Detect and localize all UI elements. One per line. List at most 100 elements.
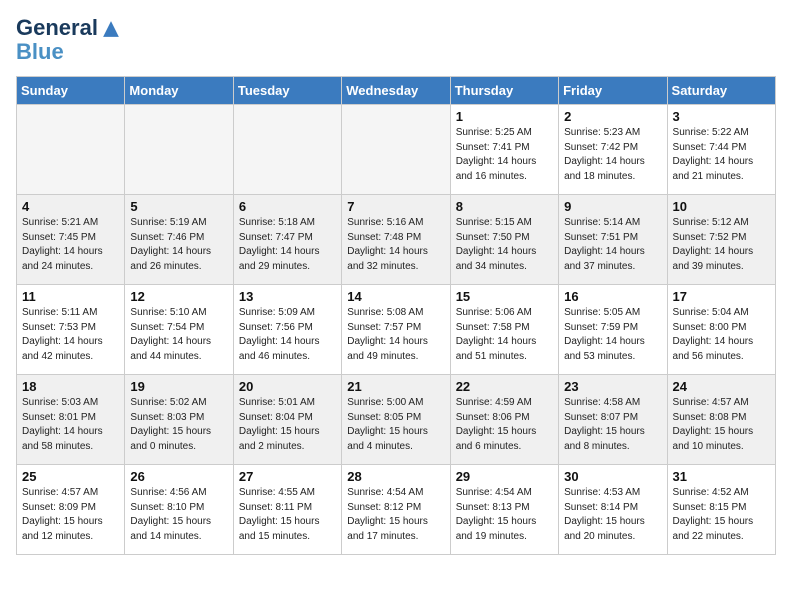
weekday-header-row: SundayMondayTuesdayWednesdayThursdayFrid… bbox=[17, 77, 776, 105]
day-number: 13 bbox=[239, 289, 336, 304]
calendar-cell: 15 Sunrise: 5:06 AM Sunset: 7:58 PM Dayli… bbox=[450, 285, 558, 375]
day-detail: Sunrise: 5:11 AM Sunset: 7:53 PM Dayligh… bbox=[22, 306, 119, 364]
calendar-cell: 8Sunrise: 5:15 AM Sunset: 7:50 PM Daylig… bbox=[450, 195, 558, 285]
day-number: 11 bbox=[22, 289, 119, 304]
day-number: 17 bbox=[673, 289, 770, 304]
day-detail: Sunrise: 4:55 AM Sunset: 8:11 PM Dayligh… bbox=[239, 486, 336, 544]
day-number: 26 bbox=[130, 469, 227, 484]
day-detail: Sunrise: 5:22 AM Sunset: 7:44 PM Dayligh… bbox=[673, 126, 770, 184]
logo-icon bbox=[100, 18, 122, 40]
day-number: 14 bbox=[347, 289, 444, 304]
calendar-cell: 23 Sunrise: 4:58 AM Sunset: 8:07 PM Dayli… bbox=[559, 375, 667, 465]
day-number: 5 bbox=[130, 199, 227, 214]
calendar-cell bbox=[233, 105, 341, 195]
day-number: 22 bbox=[456, 379, 553, 394]
day-number: 23 bbox=[564, 379, 661, 394]
week-row-2: 4 Sunrise: 5:21 AM Sunset: 7:45 PM Daylig… bbox=[17, 195, 776, 285]
logo-text: GeneralBlue bbox=[16, 16, 122, 64]
day-number: 15 bbox=[456, 289, 553, 304]
week-row-1: 1 Sunrise: 5:25 AM Sunset: 7:41 PM Daylig… bbox=[17, 105, 776, 195]
calendar-cell: 2 Sunrise: 5:23 AM Sunset: 7:42 PM Daylig… bbox=[559, 105, 667, 195]
calendar-cell: 19 Sunrise: 5:02 AM Sunset: 8:03 PM Dayli… bbox=[125, 375, 233, 465]
day-detail: Sunrise: 5:18 AM Sunset: 7:47 PM Dayligh… bbox=[239, 216, 336, 274]
day-detail: Sunrise: 5:14 AM Sunset: 7:51 PM Dayligh… bbox=[564, 216, 661, 274]
day-number: 6 bbox=[239, 199, 336, 214]
day-detail: Sunrise: 5:03 AM Sunset: 8:01 PM Dayligh… bbox=[22, 396, 119, 454]
day-detail: Sunrise: 5:09 AM Sunset: 7:56 PM Dayligh… bbox=[239, 306, 336, 364]
calendar-cell: 12Sunrise: 5:10 AM Sunset: 7:54 PM Dayli… bbox=[125, 285, 233, 375]
day-number: 12 bbox=[130, 289, 227, 304]
week-row-4: 18Sunrise: 5:03 AM Sunset: 8:01 PM Dayli… bbox=[17, 375, 776, 465]
day-number: 9 bbox=[564, 199, 661, 214]
calendar-cell: 4 Sunrise: 5:21 AM Sunset: 7:45 PM Daylig… bbox=[17, 195, 125, 285]
day-number: 4 bbox=[22, 199, 119, 214]
calendar-table: SundayMondayTuesdayWednesdayThursdayFrid… bbox=[16, 76, 776, 555]
day-number: 16 bbox=[564, 289, 661, 304]
day-detail: Sunrise: 4:54 AM Sunset: 8:12 PM Dayligh… bbox=[347, 486, 444, 544]
day-number: 27 bbox=[239, 469, 336, 484]
day-detail: Sunrise: 5:01 AM Sunset: 8:04 PM Dayligh… bbox=[239, 396, 336, 454]
day-number: 1 bbox=[456, 109, 553, 124]
day-detail: Sunrise: 5:05 AM Sunset: 7:59 PM Dayligh… bbox=[564, 306, 661, 364]
weekday-header-sunday: Sunday bbox=[17, 77, 125, 105]
calendar-cell bbox=[17, 105, 125, 195]
day-detail: Sunrise: 4:57 AM Sunset: 8:09 PM Dayligh… bbox=[22, 486, 119, 544]
calendar-cell: 25 Sunrise: 4:57 AM Sunset: 8:09 PM Dayli… bbox=[17, 465, 125, 555]
day-number: 24 bbox=[673, 379, 770, 394]
day-detail: Sunrise: 4:54 AM Sunset: 8:13 PM Dayligh… bbox=[456, 486, 553, 544]
day-detail: Sunrise: 5:21 AM Sunset: 7:45 PM Dayligh… bbox=[22, 216, 119, 274]
day-detail: Sunrise: 5:06 AM Sunset: 7:58 PM Dayligh… bbox=[456, 306, 553, 364]
calendar-cell: 18Sunrise: 5:03 AM Sunset: 8:01 PM Dayli… bbox=[17, 375, 125, 465]
calendar-cell: 3 Sunrise: 5:22 AM Sunset: 7:44 PM Daylig… bbox=[667, 105, 775, 195]
day-number: 8 bbox=[456, 199, 553, 214]
day-detail: Sunrise: 4:52 AM Sunset: 8:15 PM Dayligh… bbox=[673, 486, 770, 544]
day-number: 30 bbox=[564, 469, 661, 484]
calendar-cell: 27 Sunrise: 4:55 AM Sunset: 8:11 PM Dayli… bbox=[233, 465, 341, 555]
day-number: 29 bbox=[456, 469, 553, 484]
calendar-cell: 11 Sunrise: 5:11 AM Sunset: 7:53 PM Dayli… bbox=[17, 285, 125, 375]
calendar-cell: 20 Sunrise: 5:01 AM Sunset: 8:04 PM Dayli… bbox=[233, 375, 341, 465]
calendar-cell: 29 Sunrise: 4:54 AM Sunset: 8:13 PM Dayli… bbox=[450, 465, 558, 555]
calendar-cell bbox=[342, 105, 450, 195]
day-detail: Sunrise: 5:19 AM Sunset: 7:46 PM Dayligh… bbox=[130, 216, 227, 274]
day-number: 2 bbox=[564, 109, 661, 124]
weekday-header-friday: Friday bbox=[559, 77, 667, 105]
day-detail: Sunrise: 4:56 AM Sunset: 8:10 PM Dayligh… bbox=[130, 486, 227, 544]
calendar-cell: 16 Sunrise: 5:05 AM Sunset: 7:59 PM Dayli… bbox=[559, 285, 667, 375]
week-row-5: 25 Sunrise: 4:57 AM Sunset: 8:09 PM Dayli… bbox=[17, 465, 776, 555]
logo-blue: Blue bbox=[16, 39, 64, 64]
calendar-cell: 17 Sunrise: 5:04 AM Sunset: 8:00 PM Dayli… bbox=[667, 285, 775, 375]
calendar-cell: 7Sunrise: 5:16 AM Sunset: 7:48 PM Daylig… bbox=[342, 195, 450, 285]
weekday-header-tuesday: Tuesday bbox=[233, 77, 341, 105]
day-detail: Sunrise: 5:16 AM Sunset: 7:48 PM Dayligh… bbox=[347, 216, 444, 274]
day-detail: Sunrise: 5:02 AM Sunset: 8:03 PM Dayligh… bbox=[130, 396, 227, 454]
day-number: 10 bbox=[673, 199, 770, 214]
weekday-header-wednesday: Wednesday bbox=[342, 77, 450, 105]
calendar-cell: 1 Sunrise: 5:25 AM Sunset: 7:41 PM Daylig… bbox=[450, 105, 558, 195]
calendar-cell: 14Sunrise: 5:08 AM Sunset: 7:57 PM Dayli… bbox=[342, 285, 450, 375]
logo: GeneralBlue bbox=[16, 16, 122, 64]
day-number: 28 bbox=[347, 469, 444, 484]
calendar-cell: 22Sunrise: 4:59 AM Sunset: 8:06 PM Dayli… bbox=[450, 375, 558, 465]
calendar-cell: 24 Sunrise: 4:57 AM Sunset: 8:08 PM Dayli… bbox=[667, 375, 775, 465]
day-detail: Sunrise: 4:58 AM Sunset: 8:07 PM Dayligh… bbox=[564, 396, 661, 454]
page-header: GeneralBlue bbox=[16, 16, 776, 64]
day-detail: Sunrise: 5:04 AM Sunset: 8:00 PM Dayligh… bbox=[673, 306, 770, 364]
calendar-cell: 26 Sunrise: 4:56 AM Sunset: 8:10 PM Dayli… bbox=[125, 465, 233, 555]
day-detail: Sunrise: 5:25 AM Sunset: 7:41 PM Dayligh… bbox=[456, 126, 553, 184]
weekday-header-saturday: Saturday bbox=[667, 77, 775, 105]
day-number: 21 bbox=[347, 379, 444, 394]
day-detail: Sunrise: 5:23 AM Sunset: 7:42 PM Dayligh… bbox=[564, 126, 661, 184]
day-detail: Sunrise: 4:57 AM Sunset: 8:08 PM Dayligh… bbox=[673, 396, 770, 454]
calendar-cell: 5 Sunrise: 5:19 AM Sunset: 7:46 PM Daylig… bbox=[125, 195, 233, 285]
calendar-cell bbox=[125, 105, 233, 195]
calendar-cell: 30Sunrise: 4:53 AM Sunset: 8:14 PM Dayli… bbox=[559, 465, 667, 555]
day-number: 31 bbox=[673, 469, 770, 484]
day-number: 25 bbox=[22, 469, 119, 484]
day-detail: Sunrise: 5:12 AM Sunset: 7:52 PM Dayligh… bbox=[673, 216, 770, 274]
day-number: 3 bbox=[673, 109, 770, 124]
day-number: 19 bbox=[130, 379, 227, 394]
calendar-cell: 6 Sunrise: 5:18 AM Sunset: 7:47 PM Daylig… bbox=[233, 195, 341, 285]
day-number: 20 bbox=[239, 379, 336, 394]
calendar-cell: 21Sunrise: 5:00 AM Sunset: 8:05 PM Dayli… bbox=[342, 375, 450, 465]
